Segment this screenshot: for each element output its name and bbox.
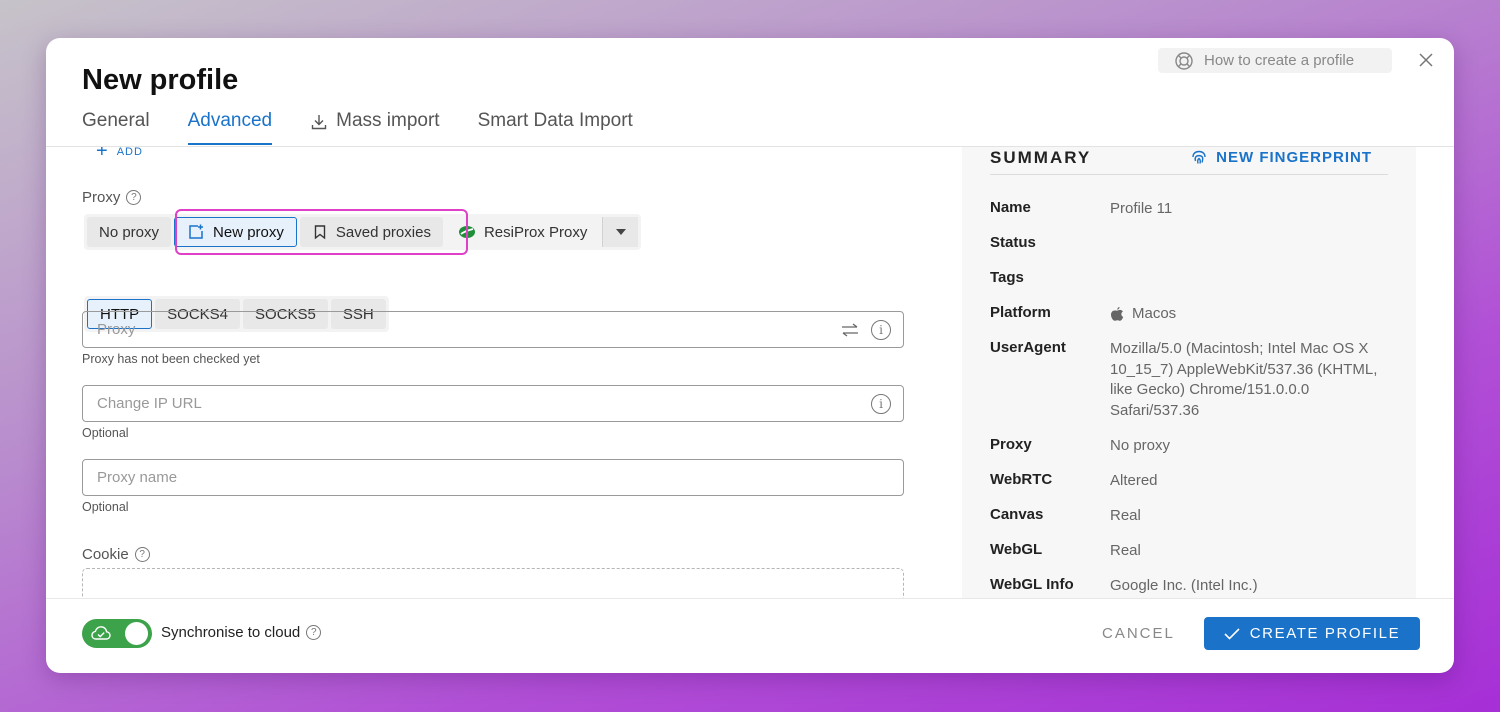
info-icon[interactable]: i — [871, 319, 891, 340]
sync-label-text: Synchronise to cloud — [161, 624, 301, 641]
summary-key: WebGL Info — [990, 576, 1074, 593]
info-icon[interactable]: i — [871, 393, 891, 414]
summary-key: WebGL — [990, 541, 1043, 558]
help-link-label: How to create a profile — [1204, 52, 1355, 69]
cookie-dropzone[interactable] — [82, 568, 904, 598]
new-fingerprint-label: NEW FINGERPRINT — [1216, 149, 1372, 166]
proxy-provider-dropdown[interactable] — [602, 217, 639, 247]
change-ip-placeholder: Change IP URL — [97, 395, 202, 412]
footer-divider — [46, 598, 1454, 599]
summary-value — [1110, 234, 1390, 251]
tab-label: Advanced — [187, 110, 273, 131]
tab-smart-data-import[interactable]: Smart Data Import — [478, 108, 633, 146]
summary-row-name: Name Profile 11 — [990, 199, 1390, 220]
summary-key: Proxy — [990, 436, 1032, 453]
summary-value: Real — [1110, 507, 1141, 524]
summary-value: Altered — [1110, 472, 1158, 489]
summary-key: Status — [990, 234, 1036, 251]
create-profile-label: CREATE PROFILE — [1249, 625, 1401, 642]
summary-row-proxy: Proxy No proxy — [990, 436, 1390, 457]
proxy-mode-no-proxy[interactable]: No proxy — [87, 217, 172, 247]
tab-label: General — [82, 110, 150, 131]
summary-value — [1110, 269, 1390, 286]
summary-header: SUMMARY NEW FINGERPRINT — [990, 147, 1388, 175]
cloud-check-icon — [91, 626, 111, 640]
summary-row-webgl: WebGL Real — [990, 541, 1390, 562]
proxy-input-placeholder: Proxy — [97, 321, 136, 338]
lifebuoy-icon — [1175, 51, 1193, 70]
help-icon[interactable]: ? — [126, 190, 142, 205]
new-fingerprint-button[interactable]: NEW FINGERPRINT — [1190, 149, 1388, 167]
summary-value: Google Inc. (Intel Inc.) — [1110, 577, 1258, 594]
summary-value: Mozilla/5.0 (Macintosh; Intel Mac OS X 1… — [1110, 340, 1378, 419]
summary-key: Tags — [990, 269, 1024, 286]
advanced-tab-content: + ADD Proxy ? No proxy New proxy Saved p… — [46, 147, 1454, 598]
cookie-label-text: Cookie — [82, 546, 129, 563]
swap-icon[interactable] — [841, 322, 859, 337]
summary-key: Canvas — [990, 506, 1044, 523]
proxy-section-label: Proxy ? — [82, 189, 142, 206]
add-button[interactable]: + ADD — [96, 147, 143, 163]
sync-label: Synchronise to cloud ? — [161, 624, 322, 641]
how-to-create-profile-link[interactable]: How to create a profile — [1158, 48, 1392, 73]
plus-icon: + — [96, 147, 109, 162]
change-ip-url-input[interactable]: Change IP URL i — [82, 385, 904, 422]
caret-down-icon — [615, 229, 626, 235]
check-icon — [1224, 627, 1240, 640]
summary-key: Platform — [990, 304, 1051, 321]
tab-label: Smart Data Import — [477, 110, 633, 131]
tab-advanced[interactable]: Advanced — [187, 108, 273, 146]
cookie-section-label: Cookie ? — [82, 546, 150, 563]
summary-value: Macos — [1110, 304, 1390, 325]
proxy-check-status: Proxy has not been checked yet — [82, 352, 260, 366]
proxy-input[interactable]: Proxy i — [82, 311, 904, 348]
summary-key: UserAgent — [990, 339, 1066, 356]
summary-value: Profile 11 — [1110, 200, 1173, 217]
fingerprint-icon — [1192, 150, 1206, 164]
platform-value: Macos — [1132, 305, 1177, 322]
proxy-mode-label: No proxy — [99, 223, 160, 241]
tab-bar: General Advanced Mass import Smart Data … — [82, 108, 671, 146]
summary-key: Name — [990, 199, 1031, 216]
proxy-name-hint: Optional — [82, 500, 129, 514]
create-profile-button[interactable]: CREATE PROFILE — [1204, 617, 1420, 650]
add-label: ADD — [116, 147, 143, 158]
sync-toggle[interactable] — [82, 619, 152, 648]
proxy-label-text: Proxy — [82, 189, 121, 206]
tab-mass-import[interactable]: Mass import — [310, 108, 440, 146]
summary-panel: SUMMARY NEW FINGERPRINT Name Profile 11 … — [962, 147, 1416, 598]
toggle-knob — [125, 622, 148, 645]
summary-title: SUMMARY — [990, 147, 1092, 167]
highlight-annotation — [175, 209, 468, 255]
new-profile-dialog: New profile How to create a profile Gene… — [46, 38, 1454, 673]
summary-row-status: Status — [990, 234, 1390, 251]
proxy-name-placeholder: Proxy name — [97, 469, 178, 486]
summary-row-webgl-info: WebGL Info Google Inc. (Intel Inc.) — [990, 576, 1390, 597]
help-icon[interactable]: ? — [134, 547, 150, 562]
summary-value: Real — [1110, 542, 1141, 559]
summary-row-tags: Tags — [990, 269, 1390, 286]
proxy-mode-label: ResiProx Proxy — [483, 223, 588, 241]
tab-general[interactable]: General — [82, 108, 150, 146]
proxy-mode-resiprox[interactable]: ResiProx Proxy — [446, 217, 599, 247]
dialog-title: New profile — [82, 64, 239, 96]
apple-icon — [1111, 307, 1124, 321]
summary-row-useragent: UserAgent Mozilla/5.0 (Macintosh; Intel … — [990, 339, 1390, 421]
change-ip-hint: Optional — [82, 426, 129, 440]
help-icon[interactable]: ? — [306, 625, 322, 640]
download-icon — [311, 115, 327, 130]
summary-value: No proxy — [1110, 437, 1171, 454]
summary-row-canvas: Canvas Real — [990, 506, 1390, 527]
summary-key: WebRTC — [990, 471, 1053, 488]
summary-row-webrtc: WebRTC Altered — [990, 471, 1390, 492]
proxy-name-input[interactable]: Proxy name — [82, 459, 904, 496]
cancel-button[interactable]: CANCEL — [1102, 625, 1175, 642]
summary-row-platform: Platform Macos — [990, 304, 1390, 325]
tab-label: Mass import — [336, 110, 440, 131]
close-icon[interactable] — [1416, 50, 1436, 70]
